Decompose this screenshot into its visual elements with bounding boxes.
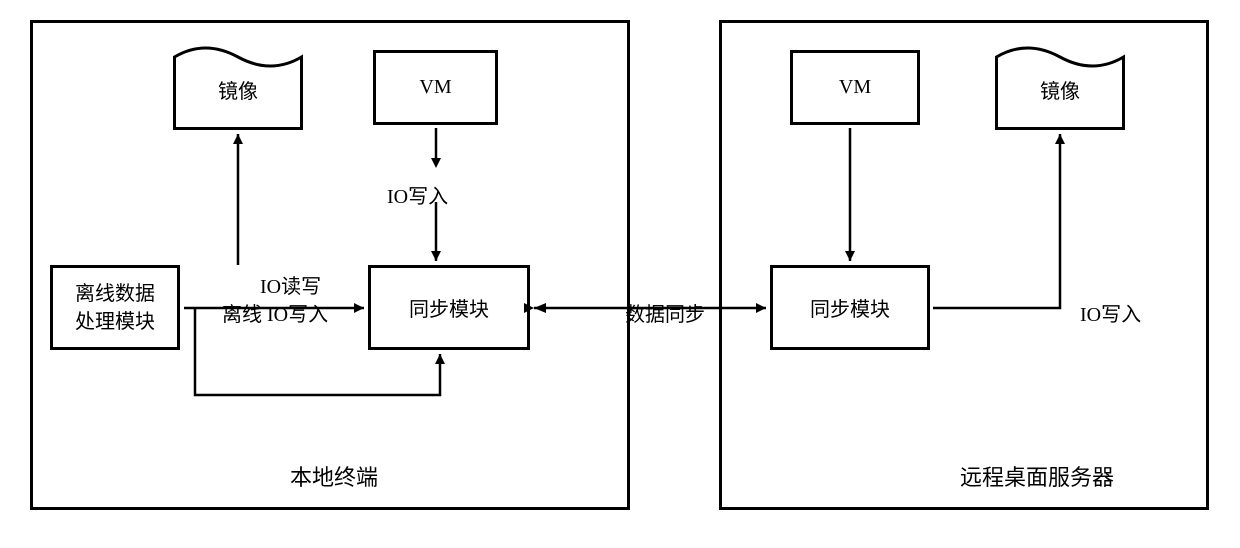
- right-io-write-label: IO写入: [1080, 298, 1141, 327]
- data-sync-label: 数据同步: [625, 298, 705, 327]
- offline-data-module-label: 离线数据 处理模块: [75, 280, 155, 336]
- remote-server-title: 远程桌面服务器: [960, 460, 1114, 492]
- remote-sync-module: 同步模块: [770, 265, 930, 350]
- local-terminal-title: 本地终端: [290, 460, 378, 492]
- local-vm-label: VM: [419, 76, 451, 99]
- remote-vm: VM: [790, 50, 920, 125]
- remote-mirror: 镜像: [995, 45, 1125, 130]
- local-vm: VM: [373, 50, 498, 125]
- left-io-write-label: IO写入: [387, 180, 448, 209]
- local-mirror-label: 镜像: [218, 75, 258, 104]
- local-mirror: 镜像: [173, 45, 303, 130]
- remote-sync-module-label: 同步模块: [810, 293, 890, 322]
- remote-mirror-label: 镜像: [1040, 75, 1080, 104]
- io-rw-label: IO读写: [260, 270, 321, 299]
- local-sync-module-label: 同步模块: [409, 293, 489, 322]
- local-sync-module: 同步模块: [368, 265, 530, 350]
- offline-io-write-label: 离线 IO写入: [222, 298, 328, 327]
- remote-vm-label: VM: [839, 76, 871, 99]
- offline-data-module: 离线数据 处理模块: [50, 265, 180, 350]
